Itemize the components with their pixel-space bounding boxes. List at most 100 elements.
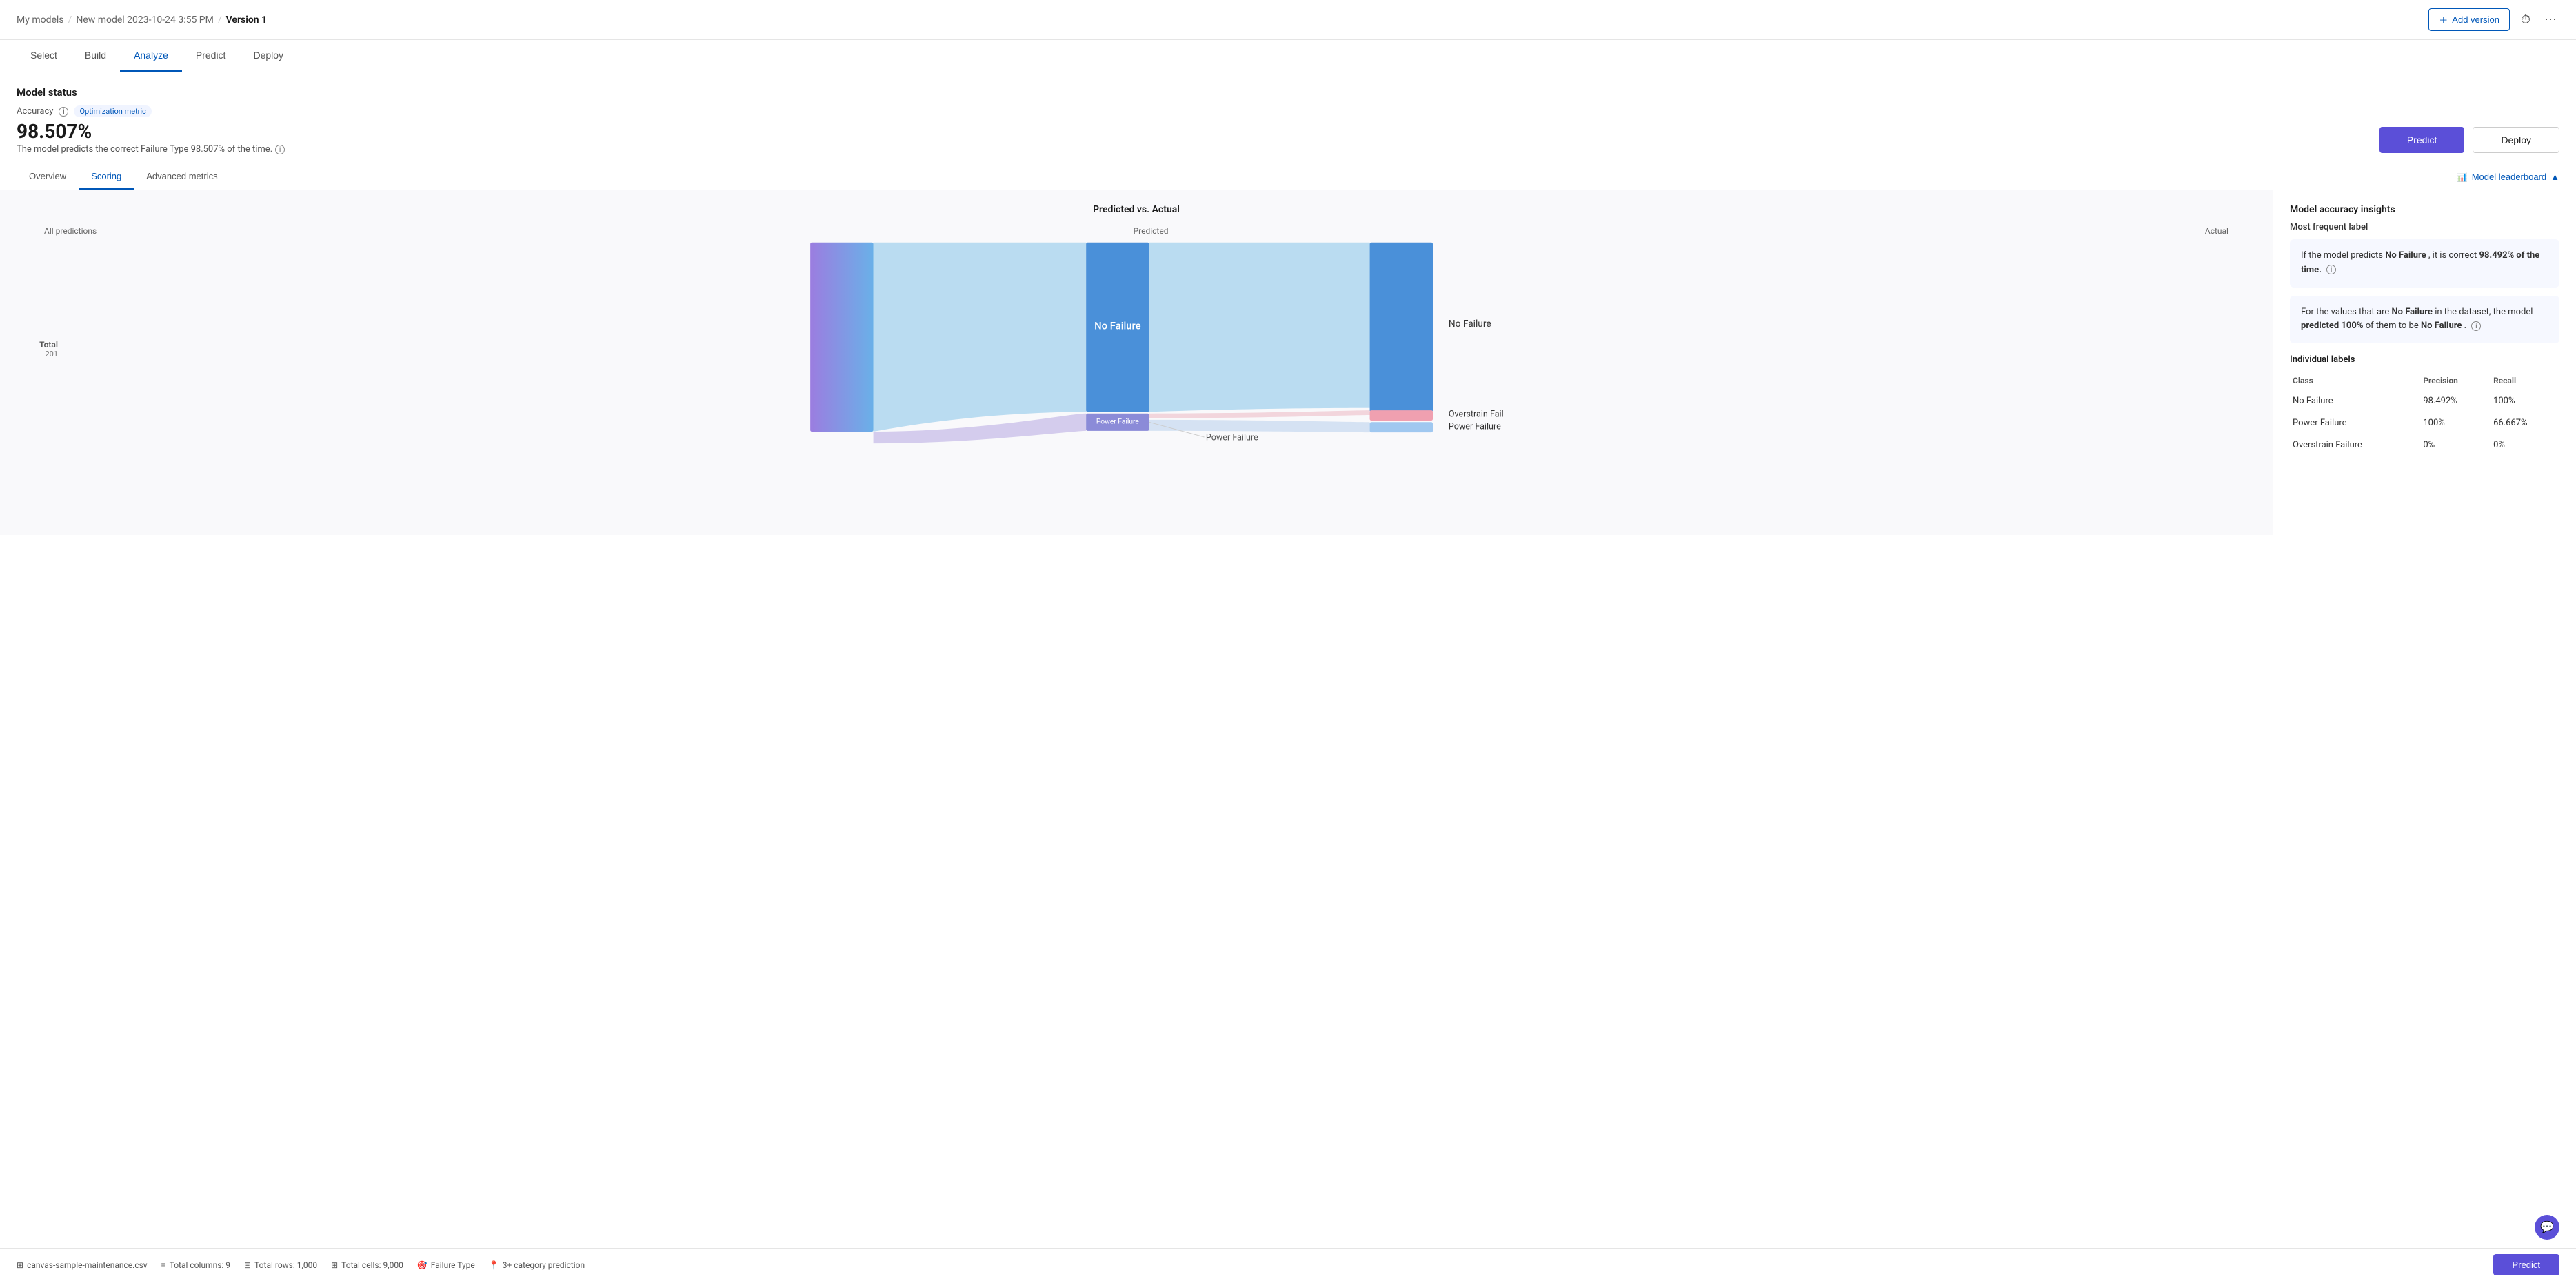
- col-all-label: All predictions: [44, 226, 97, 236]
- subtab-advanced[interactable]: Advanced metrics: [134, 164, 230, 190]
- precision-cell: 0%: [2420, 434, 2491, 456]
- footer-failure-type: 🎯 Failure Type: [417, 1260, 475, 1270]
- category-icon: 📍: [489, 1260, 499, 1270]
- card2-suffix: of them to be: [2366, 321, 2421, 331]
- chart-title: Predicted vs. Actual: [17, 204, 2256, 215]
- plus-icon: ＋: [2439, 13, 2448, 26]
- recall-cell: 66.667%: [2491, 412, 2559, 434]
- table-row: Overstrain Failure 0% 0%: [2290, 434, 2559, 456]
- add-version-button[interactable]: ＋ Add version: [2428, 8, 2510, 31]
- header-actions: ＋ Add version ⏱ ⋯: [2428, 8, 2559, 31]
- col-precision: Precision: [2420, 372, 2491, 390]
- chart-area: Predicted vs. Actual All predictions Pre…: [0, 190, 2273, 535]
- tab-select[interactable]: Select: [17, 40, 71, 72]
- card2-label1: No Failure: [2392, 307, 2433, 317]
- card1-middle: , it is correct: [2428, 250, 2479, 261]
- tab-predict[interactable]: Predict: [182, 40, 240, 72]
- actual-overstrain-label: Overstrain Fail: [1449, 409, 1504, 419]
- labels-table-header: Class Precision Recall: [2290, 372, 2559, 390]
- subtab-overview[interactable]: Overview: [17, 164, 79, 190]
- info-icon: i: [59, 107, 68, 117]
- more-options-icon[interactable]: ⋯: [2542, 10, 2559, 30]
- col-predicted-label: Predicted: [1134, 226, 1169, 236]
- card1-prefix: If the model predicts: [2301, 250, 2385, 261]
- card2-prefix: For the values that are: [2301, 307, 2392, 317]
- actual-no-failure-label: No Failure: [1449, 319, 1491, 330]
- insight-card-1: If the model predicts No Failure , it is…: [2290, 239, 2559, 288]
- footer-cells: ⊞ Total cells: 9,000: [331, 1260, 403, 1270]
- sep2: /: [218, 14, 222, 26]
- chat-button[interactable]: 💬: [2535, 1215, 2559, 1240]
- actual-overstrain-bar: [1370, 410, 1433, 421]
- sep1: /: [68, 14, 72, 26]
- my-models-link[interactable]: My models: [17, 14, 64, 26]
- total-label: Total 201: [17, 340, 58, 359]
- tab-deploy[interactable]: Deploy: [239, 40, 297, 72]
- card2-end: .: [2464, 321, 2466, 331]
- labels-table-body: No Failure 98.492% 100% Power Failure 10…: [2290, 390, 2559, 456]
- predict-button-main[interactable]: Predict: [2379, 127, 2465, 153]
- flow-no-failure-left-mid: [874, 243, 1087, 432]
- footer-category: 📍 3+ category prediction: [489, 1260, 585, 1270]
- rows-icon: ⊟: [244, 1260, 251, 1270]
- optimization-badge: Optimization metric: [74, 105, 151, 117]
- card2-label3: No Failure: [2421, 321, 2462, 331]
- history-icon[interactable]: ⏱: [2518, 10, 2533, 30]
- footer-predict-button[interactable]: Predict: [2493, 1254, 2559, 1275]
- flow-power-mid-right: [1149, 420, 1370, 432]
- individual-labels-title: Individual labels: [2290, 354, 2559, 365]
- table-row: Power Failure 100% 66.667%: [2290, 412, 2559, 434]
- footer-file: ⊞ canvas-sample-maintenance.csv: [17, 1260, 148, 1270]
- footer-cells-label: Total cells: 9,000: [341, 1260, 403, 1270]
- footer-columns: ≡ Total columns: 9: [161, 1260, 230, 1270]
- footer-failure-label: Failure Type: [431, 1260, 475, 1270]
- footer-rows: ⊟ Total rows: 1,000: [244, 1260, 317, 1270]
- desc-info-icon: i: [275, 145, 285, 154]
- chart-column-labels: All predictions Predicted Actual: [17, 226, 2256, 236]
- frequent-label-title: Most frequent label: [2290, 222, 2559, 232]
- sub-tabs-row: Overview Scoring Advanced metrics 📊 Mode…: [0, 164, 2576, 190]
- chevron-up-icon: ▲: [2550, 172, 2559, 182]
- col-actual-label: Actual: [2205, 226, 2228, 236]
- model-name: New model 2023-10-24 3:55 PM: [76, 14, 214, 26]
- action-buttons: Predict Deploy: [0, 127, 2576, 153]
- flow-overstrain-mid-right: [1149, 410, 1370, 418]
- deploy-button-main[interactable]: Deploy: [2473, 127, 2559, 153]
- table-icon: ⊞: [17, 1260, 23, 1270]
- precision-cell: 100%: [2420, 412, 2491, 434]
- total-value: 201: [17, 350, 58, 359]
- version-label: Version 1: [226, 14, 267, 26]
- class-cell: Overstrain Failure: [2290, 434, 2420, 456]
- leaderboard-icon: 📊: [2457, 172, 2468, 183]
- actual-no-failure-bar: [1370, 243, 1433, 412]
- precision-cell: 98.492%: [2420, 390, 2491, 412]
- footer: ⊞ canvas-sample-maintenance.csv ≡ Total …: [0, 1248, 2576, 1281]
- predicted-bar-label: No Failure: [1094, 319, 1141, 332]
- tab-build[interactable]: Build: [71, 40, 120, 72]
- subtab-scoring[interactable]: Scoring: [79, 164, 134, 190]
- flow-no-failure-mid-right: [1149, 243, 1370, 412]
- model-status-title: Model status: [17, 86, 2559, 99]
- main-content: Predicted vs. Actual All predictions Pre…: [0, 190, 2576, 535]
- card2-label2: predicted 100%: [2301, 321, 2363, 331]
- breadcrumb: My models / New model 2023-10-24 3:55 PM…: [17, 14, 267, 26]
- right-panel: Model accuracy insights Most frequent la…: [2273, 190, 2576, 535]
- left-bar: [810, 243, 873, 432]
- recall-cell: 0%: [2491, 434, 2559, 456]
- table-row: No Failure 98.492% 100%: [2290, 390, 2559, 412]
- actual-power-bar: [1370, 422, 1433, 432]
- recall-cell: 100%: [2491, 390, 2559, 412]
- col-class: Class: [2290, 372, 2420, 390]
- footer-columns-label: Total columns: 9: [170, 1260, 230, 1270]
- leaderboard-label: Model leaderboard: [2472, 172, 2546, 182]
- footer-left: ⊞ canvas-sample-maintenance.csv ≡ Total …: [17, 1260, 585, 1270]
- leaderboard-button[interactable]: 📊 Model leaderboard ▲: [2457, 172, 2559, 183]
- insight-card-2: For the values that are No Failure in th…: [2290, 296, 2559, 344]
- sub-tabs: Overview Scoring Advanced metrics: [17, 164, 230, 190]
- cells-icon: ⊞: [331, 1260, 338, 1270]
- tab-analyze[interactable]: Analyze: [120, 40, 182, 72]
- footer-rows-label: Total rows: 1,000: [254, 1260, 317, 1270]
- header: My models / New model 2023-10-24 3:55 PM…: [0, 0, 2576, 40]
- labels-table: Class Precision Recall No Failure 98.492…: [2290, 372, 2559, 456]
- card1-info-icon: i: [2326, 265, 2336, 274]
